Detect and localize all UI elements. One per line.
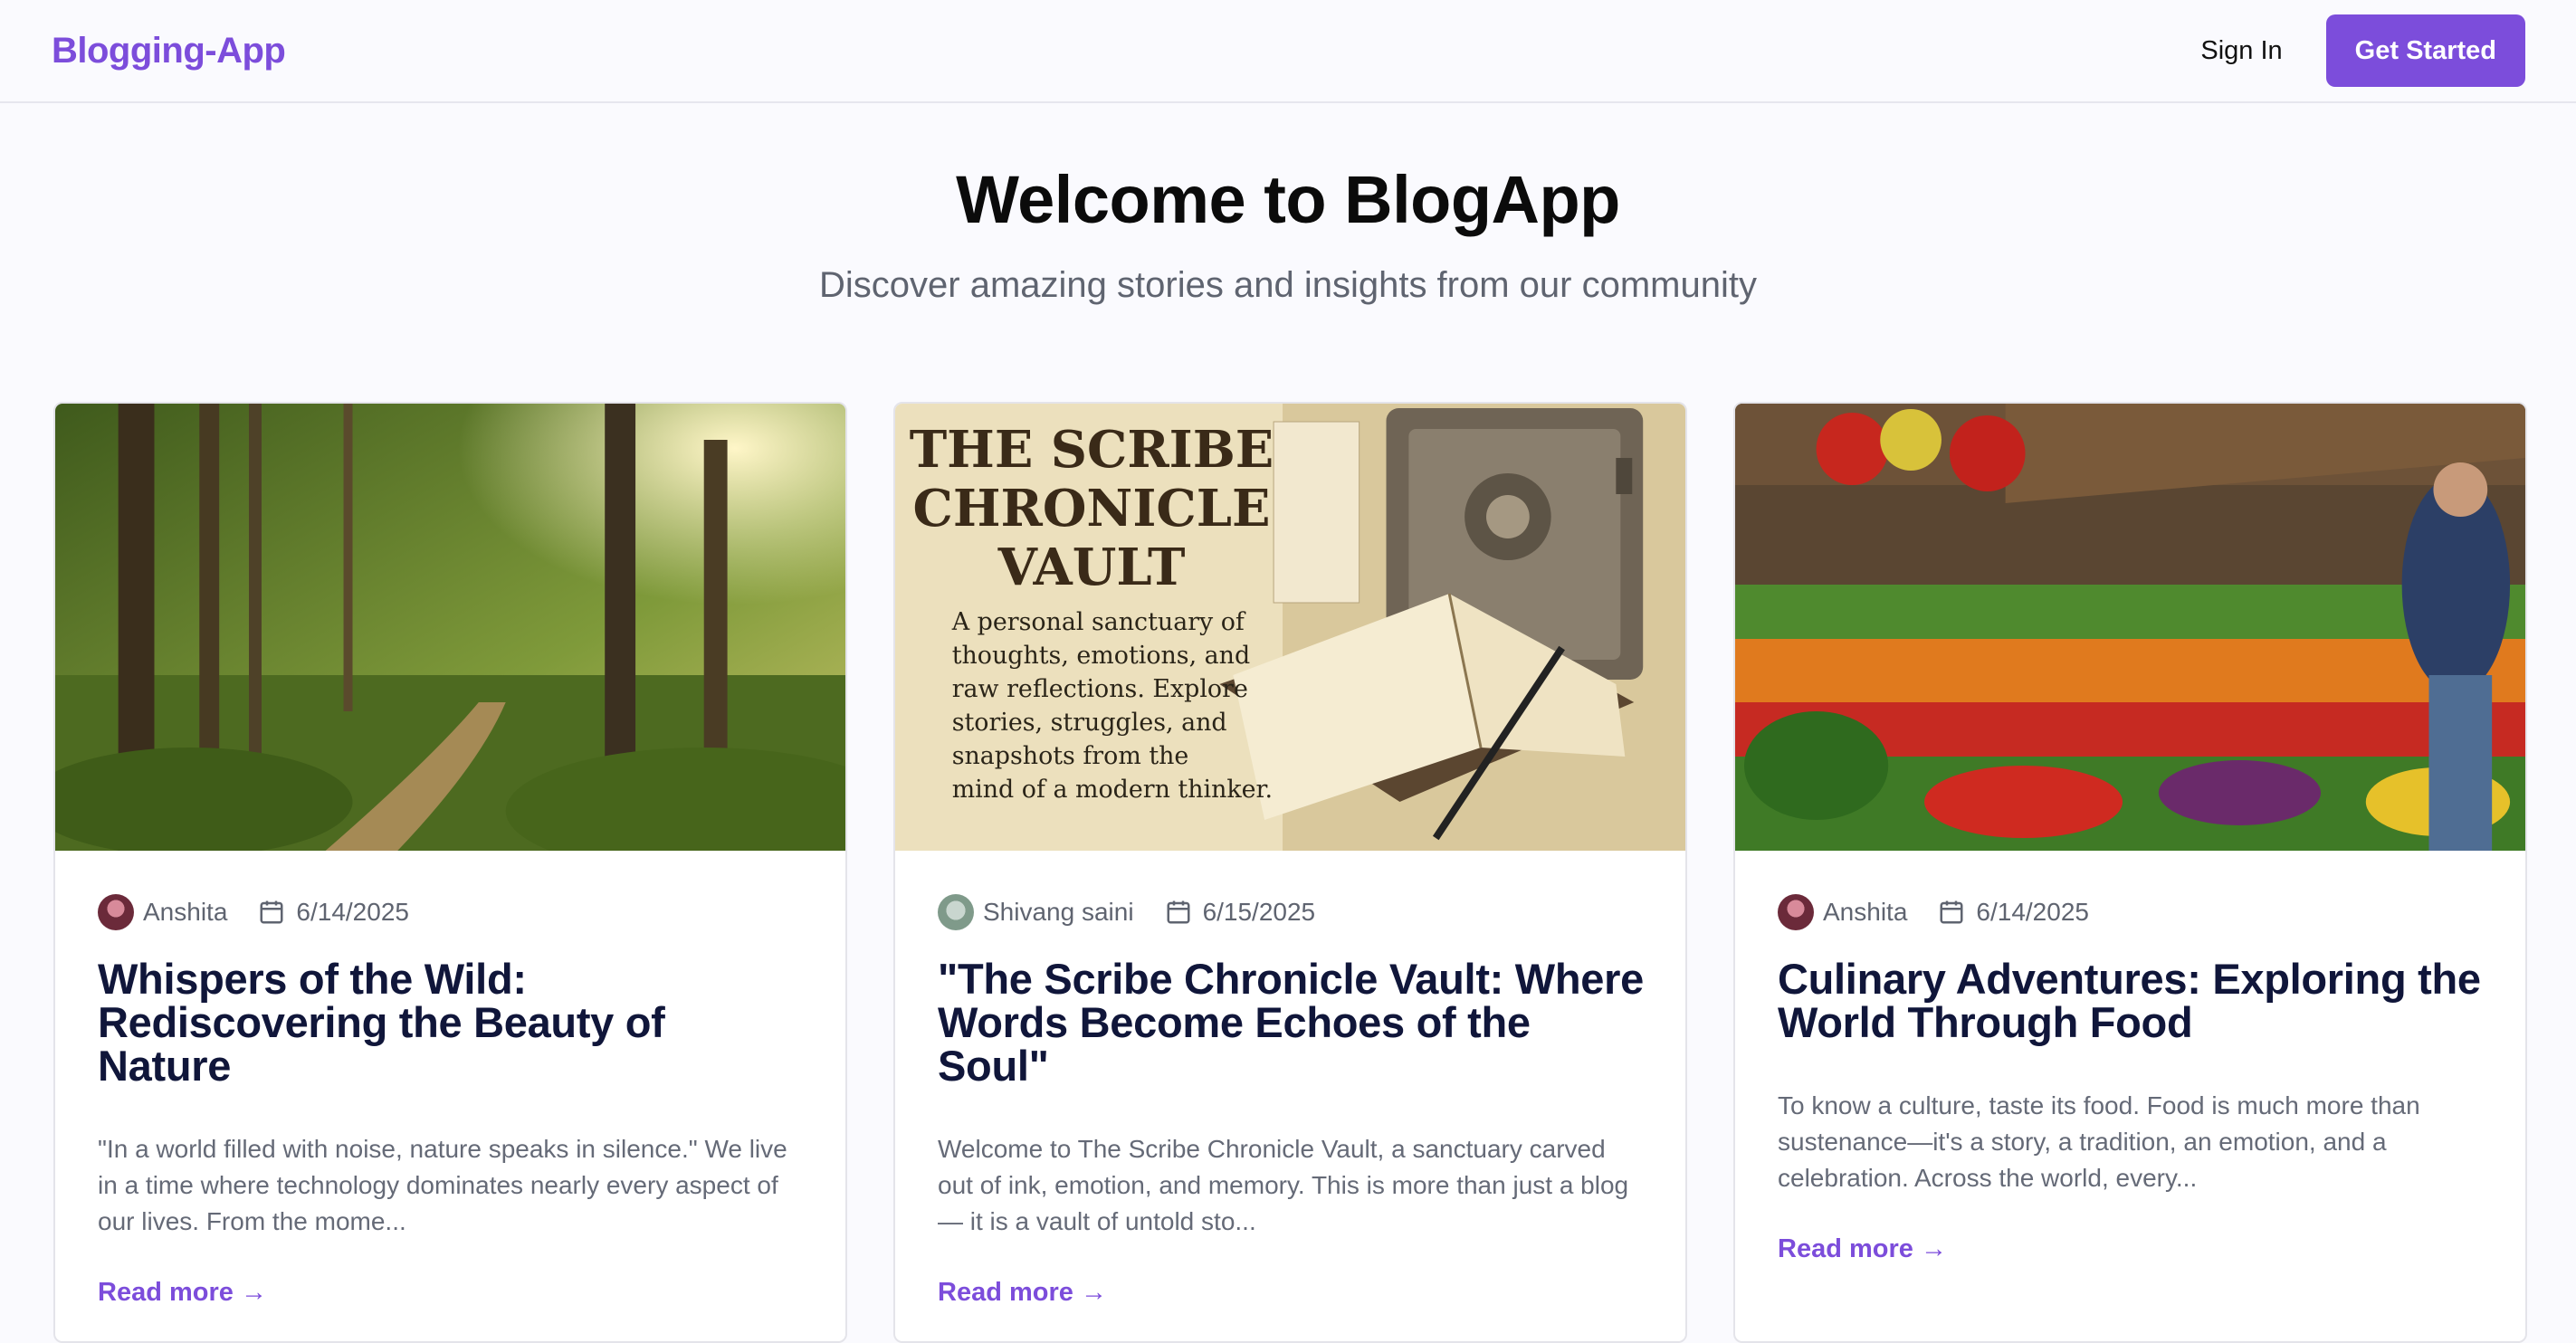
post-meta: Anshita 6/14/2025 — [98, 894, 804, 930]
post-card[interactable]: Anshita 6/14/2025 Whispers of the Wild: … — [53, 402, 847, 1343]
read-more-link[interactable]: Read more → — [938, 1278, 1107, 1308]
author-avatar — [938, 894, 974, 930]
post-date: 6/14/2025 — [296, 898, 409, 926]
calendar-icon — [1940, 900, 1963, 924]
sign-in-button[interactable]: Sign In — [2200, 36, 2282, 66]
vault-heading-line: THE SCRIBE — [910, 421, 1274, 480]
author-name: Anshita — [143, 898, 228, 926]
post-card-body: Anshita 6/14/2025 Culinary Adventures: E… — [1735, 851, 2525, 1264]
vault-body-line: raw reflections. Explore — [952, 675, 1248, 703]
market-produce-image[interactable] — [1735, 404, 2525, 851]
post-meta: Shivang saini 6/15/2025 — [938, 894, 1644, 930]
author-avatar — [1778, 894, 1814, 930]
vault-body-line: mind of a modern thinker. — [952, 776, 1273, 804]
post-date: 6/15/2025 — [1202, 898, 1316, 926]
nav-actions: Sign In Get Started — [2200, 14, 2525, 87]
post-card-body: Anshita 6/14/2025 Whispers of the Wild: … — [55, 851, 845, 1308]
get-started-button[interactable]: Get Started — [2325, 14, 2525, 87]
post-title[interactable]: Culinary Adventures: Exploring the World… — [1778, 957, 2484, 1044]
scribe-vault-image[interactable]: THE SCRIBE CHRONICLE VAULT A personal sa… — [895, 404, 1685, 851]
post-excerpt: "In a world filled with noise, nature sp… — [98, 1135, 787, 1235]
post-grid: Anshita 6/14/2025 Whispers of the Wild: … — [53, 402, 2527, 1343]
hero-subtitle: Discover amazing stories and insights fr… — [819, 265, 1757, 305]
top-navbar: Blogging-App Sign In Get Started — [0, 0, 2576, 103]
calendar-icon — [260, 900, 283, 924]
read-more-link[interactable]: Read more → — [98, 1278, 267, 1308]
post-date: 6/14/2025 — [1976, 898, 2089, 926]
author-name: Shivang saini — [983, 898, 1134, 926]
post-excerpt: Welcome to The Scribe Chronicle Vault, a… — [938, 1135, 1629, 1235]
author-avatar — [98, 894, 134, 930]
vault-heading-line: CHRONICLE — [913, 480, 1271, 538]
vault-body-line: thoughts, emotions, and — [952, 642, 1250, 670]
post-title[interactable]: Whispers of the Wild: Rediscovering the … — [98, 957, 804, 1088]
vault-body-line: stories, struggles, and — [952, 709, 1227, 737]
post-excerpt: To know a culture, taste its food. Food … — [1778, 1091, 2420, 1192]
hero-section: Welcome to BlogApp Discover amazing stor… — [0, 103, 2576, 306]
vault-body-line: snapshots from the — [952, 742, 1189, 770]
post-card-body: Shivang saini 6/15/2025 "The Scribe Chro… — [895, 851, 1685, 1308]
author-name: Anshita — [1823, 898, 1908, 926]
calendar-icon — [1167, 900, 1190, 924]
vault-body-line: A personal sanctuary of — [951, 608, 1246, 636]
post-card[interactable]: Anshita 6/14/2025 Culinary Adventures: E… — [1733, 402, 2527, 1343]
forest-path-image[interactable] — [55, 404, 845, 851]
post-title[interactable]: "The Scribe Chronicle Vault: Where Words… — [938, 957, 1644, 1088]
post-card[interactable]: THE SCRIBE CHRONICLE VAULT A personal sa… — [893, 402, 1687, 1343]
read-more-link[interactable]: Read more → — [1778, 1234, 1947, 1264]
brand-logo[interactable]: Blogging-App — [52, 31, 286, 71]
vault-heading-line: VAULT — [997, 538, 1186, 597]
post-meta: Anshita 6/14/2025 — [1778, 894, 2484, 930]
hero-title: Welcome to BlogApp — [956, 162, 1620, 237]
